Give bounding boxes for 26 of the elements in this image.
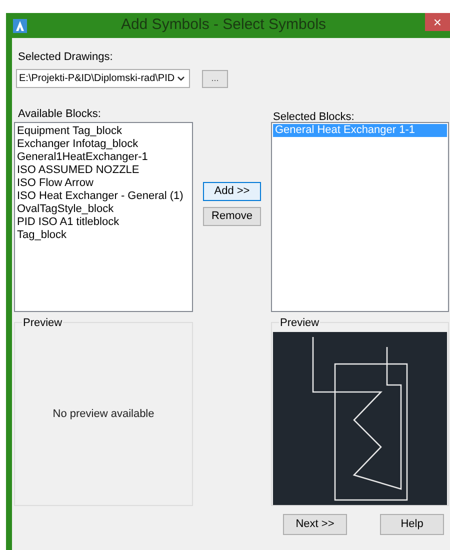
- browse-button[interactable]: ...: [202, 70, 228, 88]
- list-item[interactable]: General1HeatExchanger-1: [15, 151, 192, 164]
- next-button[interactable]: Next >>: [283, 514, 347, 535]
- field-label: Selected Drawings:: [18, 50, 114, 63]
- available-blocks-list[interactable]: Equipment Tag_block Exchanger Infotag_block General1HeatExchanger-1 ISO ASSUMED NOZZLE ISO Flow Arrow ISO Heat Exchanger - General (1) OvalTagStyle_block PID ISO A1 titleblock Tag_block: [14, 122, 193, 312]
- list-item[interactable]: ISO ASSUMED NOZZLE: [15, 164, 192, 177]
- list-item[interactable]: ISO Heat Exchanger - General (1): [15, 190, 192, 203]
- help-button[interactable]: Help: [380, 514, 444, 535]
- list-item[interactable]: Exchanger Infotag_block: [15, 138, 192, 151]
- list-item[interactable]: Equipment Tag_block: [15, 125, 192, 138]
- window-title: Add Symbols - Select Symbols: [120, 15, 328, 36]
- list-item[interactable]: ISO Flow Arrow: [15, 177, 192, 190]
- drawing-dropdown[interactable]: E:\Projekti-P&ID\Diplomski-rad\PID: [16, 69, 190, 88]
- close-button[interactable]: ×: [425, 13, 450, 31]
- remove-button[interactable]: Remove: [203, 207, 261, 226]
- list-item[interactable]: PID ISO A1 titleblock: [15, 216, 192, 229]
- app-logo-icon: [13, 18, 27, 32]
- add-button[interactable]: Add >>: [203, 182, 261, 201]
- no-preview-message: No preview available: [52, 406, 154, 422]
- list-item[interactable]: OvalTagStyle_block: [15, 203, 192, 216]
- list-item[interactable]: Tag_block: [15, 229, 192, 242]
- chevron-down-icon: [177, 76, 185, 82]
- list-label: Available Blocks:: [17, 107, 102, 120]
- list-label: Selected Blocks:: [272, 110, 356, 123]
- preview-title: Preview: [279, 317, 320, 329]
- preview-title: Preview: [22, 317, 64, 329]
